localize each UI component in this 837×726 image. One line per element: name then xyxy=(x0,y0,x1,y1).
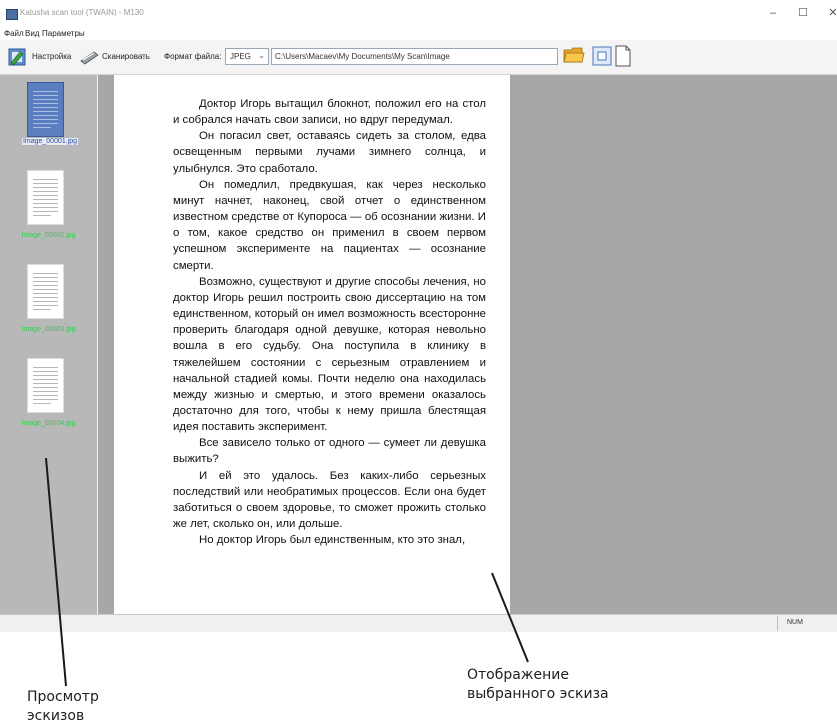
thumbs-callout-line xyxy=(45,457,67,687)
callout-lines xyxy=(45,457,529,687)
viewer-callout-line xyxy=(491,572,529,663)
viewer-caption: Отображение выбранного эскиза xyxy=(467,667,609,702)
thumbs-caption: Просмотр эскизов xyxy=(27,689,99,724)
